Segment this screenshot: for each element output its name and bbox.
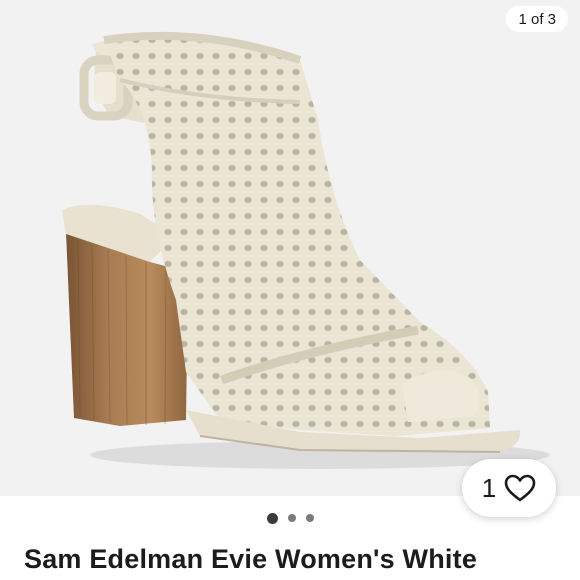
image-counter: 1 of 3: [506, 6, 568, 32]
shoe-image: [62, 31, 550, 469]
product-photo[interactable]: 1 of 3: [0, 0, 580, 496]
like-count: 1: [481, 472, 497, 503]
heart-icon: [504, 474, 536, 502]
image-counter-text: 1 of 3: [518, 10, 556, 28]
carousel-dot-1[interactable]: [266, 512, 278, 524]
carousel-dot-2[interactable]: [287, 514, 296, 522]
like-button[interactable]: 1: [462, 459, 556, 517]
listing-title: Sam Edelman Evie Women's White: [24, 544, 478, 574]
carousel-dot-3[interactable]: [305, 514, 314, 522]
carousel-dots: [0, 512, 580, 524]
